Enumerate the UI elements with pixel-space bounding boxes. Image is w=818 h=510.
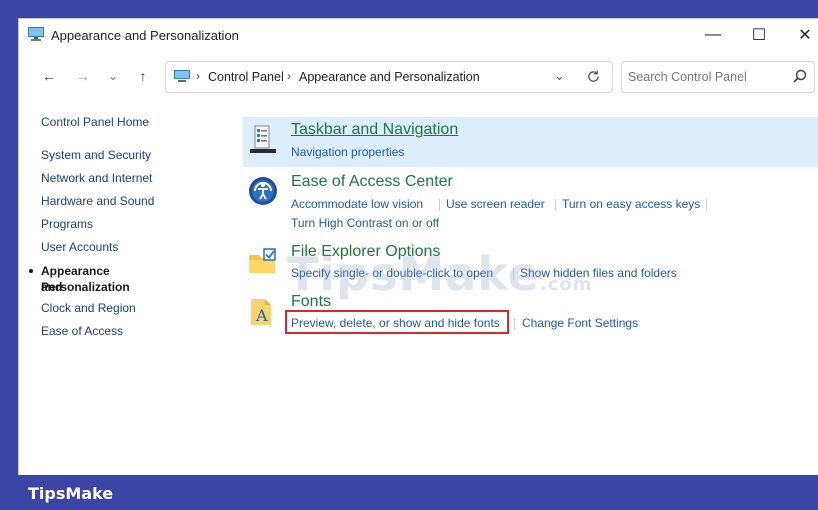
close-button[interactable]: ✕ (783, 21, 818, 49)
minimize-button[interactable]: — (691, 21, 735, 49)
maximize-button[interactable]: ☐ (737, 21, 781, 49)
title-bar: Appearance and Personalization — ☐ ✕ (19, 19, 818, 51)
address-bar[interactable]: › Control Panel › Appearance and Persona… (165, 61, 613, 93)
search-box[interactable]: Search Control Panel (621, 61, 815, 93)
svg-text:A: A (255, 306, 268, 325)
search-placeholder: Search Control Panel (628, 70, 747, 84)
fonts-title[interactable]: Fonts (291, 293, 331, 311)
breadcrumb-appearance[interactable]: Appearance and Personalization (299, 70, 480, 84)
accommodate-low-vision-link[interactable]: Accommodate low vision (291, 197, 423, 211)
ease-of-access-icon (249, 177, 277, 205)
sidebar-item-ease-of-access[interactable]: Ease of Access (41, 324, 123, 338)
refresh-icon[interactable] (586, 69, 601, 84)
current-page-bullet (29, 269, 33, 273)
sidebar-item-user-accounts[interactable]: User Accounts (41, 240, 118, 254)
link-separator (514, 318, 515, 330)
navigation-properties-link[interactable]: Navigation properties (291, 145, 404, 159)
up-button[interactable]: ↑ (131, 65, 155, 87)
high-contrast-link[interactable]: Turn High Contrast on or off (291, 216, 439, 230)
category-ease-of-access: Ease of Access Center Accommodate low vi… (243, 169, 818, 235)
show-hidden-files-link[interactable]: Show hidden files and folders (520, 266, 677, 280)
category-fonts: A Fonts Preview, delete, or show and hid… (243, 289, 818, 339)
footer-banner: TipsMake (0, 475, 818, 510)
change-font-settings-link[interactable]: Change Font Settings (522, 316, 638, 330)
link-separator (513, 268, 514, 280)
address-dropdown-icon[interactable]: ⌄ (554, 68, 565, 84)
folder-options-icon (249, 248, 276, 273)
sidebar-item-programs[interactable]: Programs (41, 217, 93, 231)
up-arrow-icon: ↑ (139, 68, 147, 84)
single-double-click-link[interactable]: Specify single- or double-click to open (291, 266, 493, 280)
footer-brand: TipsMake (28, 484, 114, 503)
navigation-bar: ← → ⌄ ↑ › Control Panel › Appearance and… (19, 55, 818, 99)
control-panel-icon (28, 27, 44, 41)
maximize-icon: ☐ (751, 27, 767, 44)
highlight-box (285, 310, 509, 334)
back-button[interactable]: ← (37, 65, 61, 87)
control-panel-icon (174, 70, 190, 82)
sidebar-item-home[interactable]: Control Panel Home (41, 115, 149, 129)
use-screen-reader-link[interactable]: Use screen reader (446, 197, 545, 211)
sidebar-item-clock-region[interactable]: Clock and Region (41, 301, 136, 315)
breadcrumb-control-panel[interactable]: Control Panel (208, 70, 284, 84)
search-icon[interactable] (792, 68, 808, 84)
sidebar-item-system-security[interactable]: System and Security (41, 148, 151, 162)
close-icon: ✕ (798, 27, 812, 44)
link-separator (706, 199, 707, 211)
breadcrumb-separator-icon: › (196, 69, 200, 83)
fonts-icon: A (251, 299, 271, 325)
window-title: Appearance and Personalization (51, 28, 239, 43)
screenshot-frame: Appearance and Personalization — ☐ ✕ ← →… (9, 10, 818, 482)
sidebar-item-hardware[interactable]: Hardware and Sound (41, 194, 154, 208)
link-separator (439, 199, 440, 211)
breadcrumb-separator-icon: › (287, 69, 291, 83)
category-taskbar: Taskbar and Navigation Navigation proper… (243, 117, 818, 167)
chevron-down-icon: ⌄ (107, 69, 119, 83)
forward-arrow-icon: → (76, 68, 90, 84)
back-arrow-icon: ← (42, 68, 56, 84)
recent-locations-button[interactable]: ⌄ (101, 65, 125, 87)
ease-of-access-center-title[interactable]: Ease of Access Center (291, 173, 453, 191)
taskbar-icon (250, 125, 276, 153)
easy-access-keys-link[interactable]: Turn on easy access keys (562, 197, 700, 211)
control-panel-window: Appearance and Personalization — ☐ ✕ ← →… (18, 18, 818, 482)
category-file-explorer: File Explorer Options Specify single- or… (243, 239, 818, 285)
forward-button[interactable]: → (71, 65, 95, 87)
link-separator (555, 199, 556, 211)
minimize-icon: — (705, 26, 721, 43)
sidebar-item-label: Personalization (41, 280, 130, 294)
sidebar-item-network[interactable]: Network and Internet (41, 171, 152, 185)
file-explorer-options-title[interactable]: File Explorer Options (291, 243, 440, 261)
taskbar-navigation-title[interactable]: Taskbar and Navigation (291, 121, 458, 139)
